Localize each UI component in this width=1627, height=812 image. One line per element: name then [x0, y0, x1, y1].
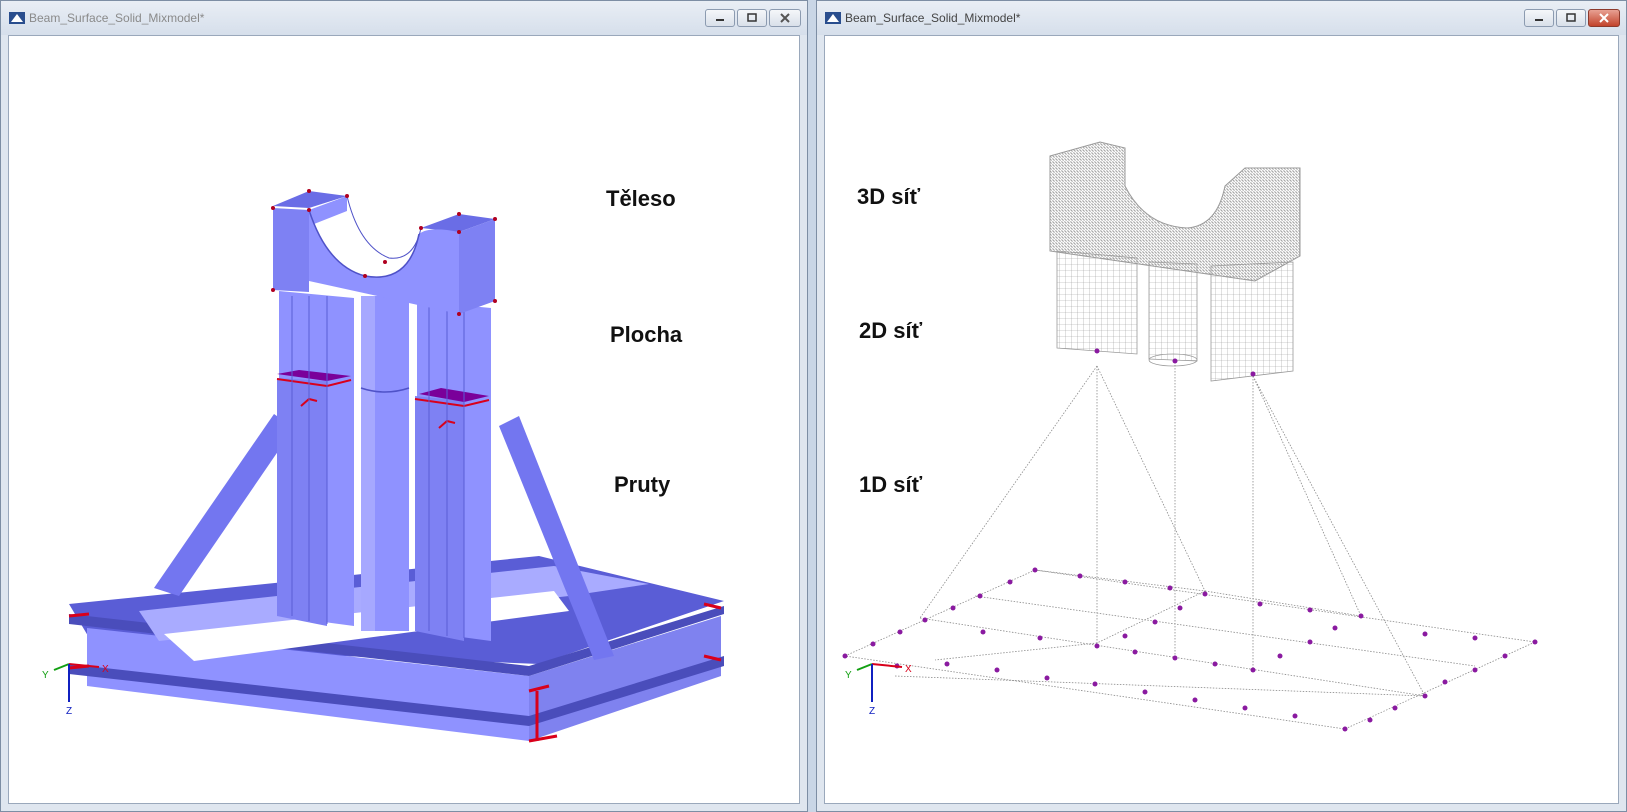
axis-x-label: X — [905, 664, 912, 675]
minimize-icon — [716, 19, 724, 21]
minimize-icon — [1535, 19, 1543, 21]
title-bar[interactable]: Beam_Surface_Solid_Mixmodel* — [817, 1, 1626, 35]
minimize-button[interactable] — [1524, 9, 1554, 27]
axis-y-label: Y — [42, 670, 49, 681]
restore-icon — [747, 13, 757, 22]
title-bar[interactable]: Beam_Surface_Solid_Mixmodel* — [1, 1, 807, 35]
close-icon — [780, 13, 790, 23]
axis-z-label: Z — [66, 706, 72, 717]
label-solid: Těleso — [606, 186, 676, 211]
restore-icon — [1566, 13, 1576, 22]
axis-triad: X Y Z — [845, 663, 912, 717]
label-members: Pruty — [614, 472, 671, 497]
maximize-button[interactable] — [737, 9, 767, 27]
model-window: Beam_Surface_Solid_Mixmodel* Těleso Ploc… — [0, 0, 808, 812]
label-mesh-3d: 3D síť — [857, 184, 921, 209]
close-button[interactable] — [1588, 9, 1620, 27]
maximize-button[interactable] — [1556, 9, 1586, 27]
label-mesh-1d: 1D síť — [859, 472, 923, 497]
window-title: Beam_Surface_Solid_Mixmodel* — [845, 11, 1021, 25]
app-icon — [825, 12, 841, 24]
axis-triad: X Y Z — [42, 663, 109, 717]
label-surface: Plocha — [610, 322, 683, 347]
axis-x-label: X — [102, 664, 109, 675]
model-viewport-3d[interactable]: Těleso Plocha Pruty X Y Z — [8, 35, 800, 804]
mesh-window: Beam_Surface_Solid_Mixmodel* 3D síť 2D s… — [816, 0, 1627, 812]
close-button[interactable] — [769, 9, 801, 27]
axis-y-label: Y — [845, 670, 852, 681]
axis-z-label: Z — [869, 706, 875, 717]
minimize-button[interactable] — [705, 9, 735, 27]
close-icon — [1599, 13, 1609, 23]
mesh-viewport-3d[interactable]: 3D síť 2D síť 1D síť X Y Z — [824, 35, 1619, 804]
label-mesh-2d: 2D síť — [859, 318, 923, 343]
app-icon — [9, 12, 25, 24]
window-title: Beam_Surface_Solid_Mixmodel* — [29, 11, 205, 25]
